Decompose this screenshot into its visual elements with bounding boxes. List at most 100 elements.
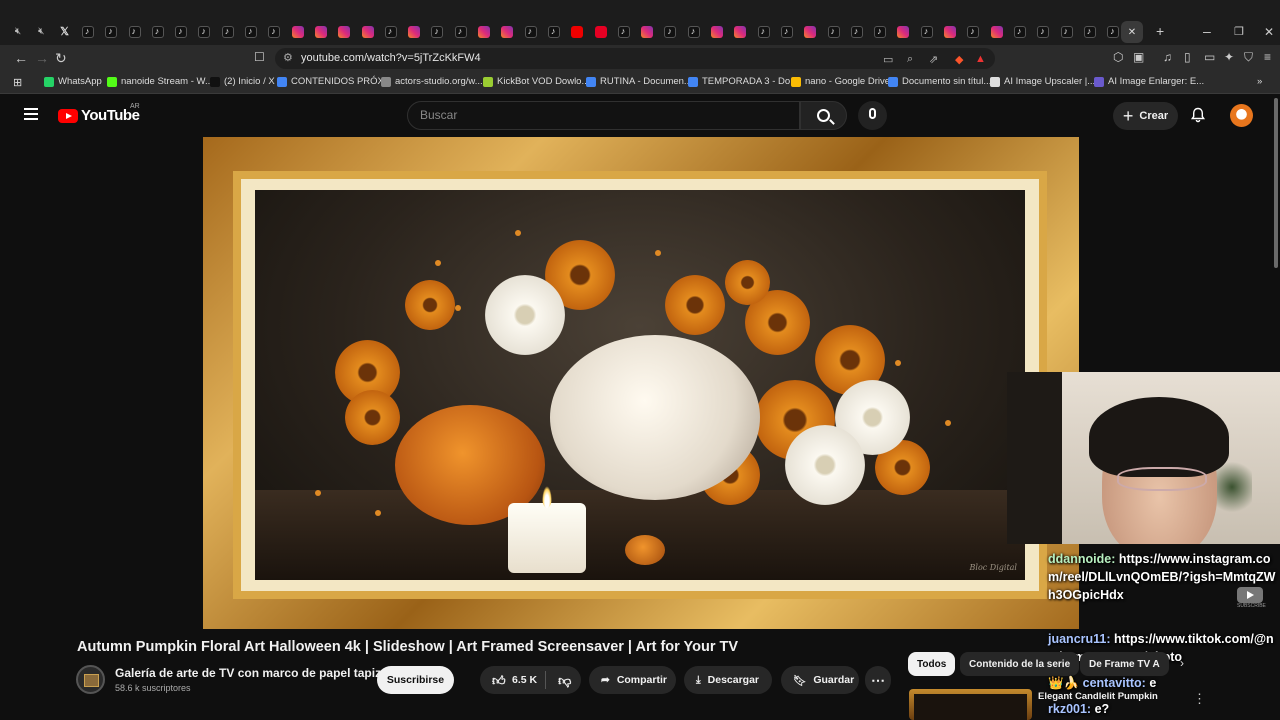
reload-icon[interactable]: ↻ (55, 50, 67, 67)
browser-tab[interactable] (779, 24, 795, 40)
recommended-video-thumbnail[interactable] (909, 689, 1032, 720)
browser-tab[interactable] (1082, 24, 1098, 40)
browser-tab[interactable] (406, 24, 422, 40)
bookmark-item[interactable]: Documento sin títul... (888, 76, 991, 87)
browser-tab[interactable] (662, 24, 678, 40)
download-button[interactable]: ⤓ Descargar (684, 666, 772, 694)
more-actions-button[interactable]: ⋯ (865, 666, 891, 694)
ai-icon[interactable]: ✦ (1224, 50, 1234, 64)
browser-tab[interactable]: 🔇︎ (33, 24, 49, 40)
browser-tab[interactable] (942, 24, 958, 40)
browser-tab[interactable] (499, 24, 515, 40)
bookmark-item[interactable]: RUTINA - Documen... (586, 76, 692, 87)
bookmark-item[interactable]: CONTENIDOS PRÓX... (277, 76, 392, 87)
browser-tab[interactable] (173, 24, 189, 40)
browser-tab[interactable] (453, 24, 469, 40)
bookmark-item[interactable]: TEMPORADA 3 - Do... (688, 76, 798, 87)
browser-tab[interactable] (546, 24, 562, 40)
browser-tab[interactable] (429, 24, 445, 40)
window-close-button[interactable]: ✕ (1264, 25, 1274, 39)
browser-tab[interactable] (523, 24, 539, 40)
browser-tab[interactable] (103, 24, 119, 40)
like-button[interactable]: 👍︎ 6.5 K 👎︎ (480, 666, 581, 694)
apps-grid-icon[interactable]: ⊞ (13, 76, 22, 89)
minimize-button[interactable]: – (1203, 23, 1211, 39)
music-icon[interactable]: ♫ (1163, 50, 1172, 64)
browser-tab[interactable] (1012, 24, 1028, 40)
browser-menu-icon[interactable]: ≡ (1264, 50, 1271, 64)
browser-tab[interactable] (476, 24, 492, 40)
browser-tab[interactable] (1059, 24, 1075, 40)
thumbs-down-icon[interactable]: 👎︎ (558, 674, 571, 687)
close-tab-icon[interactable]: ✕ (1128, 27, 1136, 38)
share-button[interactable]: ➦ Compartir (589, 666, 676, 694)
cast-icon[interactable]: ▭ (883, 53, 893, 66)
browser-tab[interactable] (266, 24, 282, 40)
user-avatar[interactable] (1230, 104, 1253, 127)
browser-tab[interactable] (336, 24, 352, 40)
browser-tab[interactable]: 🔇︎ (10, 24, 26, 40)
url-bar[interactable]: ⚙ youtube.com/watch?v=5jTrZcKkFW4 ▭ ⌕ ⇗ … (275, 48, 995, 69)
share-page-icon[interactable]: ⇗ (929, 53, 938, 66)
browser-tab[interactable] (616, 24, 632, 40)
bookmark-item[interactable]: AI Image Upscaler |... (990, 76, 1095, 87)
youtube-logo[interactable]: YouTube AR (58, 103, 140, 124)
notifications-bell-icon[interactable] (1190, 107, 1206, 123)
browser-tab[interactable] (686, 24, 702, 40)
browser-tab[interactable] (989, 24, 1005, 40)
bookmark-item[interactable]: nano - Google Drive (791, 76, 890, 87)
forward-icon[interactable]: → (35, 50, 49, 66)
screenshot-icon[interactable]: ▣ (1133, 50, 1144, 64)
maximize-button[interactable]: ❐ (1234, 25, 1244, 38)
browser-tab[interactable] (639, 24, 655, 40)
create-button[interactable]: + Crear (1113, 102, 1178, 130)
browser-tab[interactable] (383, 24, 399, 40)
brave-shield-icon[interactable]: ◆ (955, 53, 963, 66)
back-icon[interactable]: ← (14, 50, 28, 66)
sidebar-icon[interactable]: ▯ (1184, 50, 1191, 64)
bookmark-icon[interactable]: ☐ (254, 50, 265, 64)
browser-tab[interactable] (895, 24, 911, 40)
subscribe-button[interactable]: Suscribirse (377, 666, 454, 694)
browser-tab[interactable] (756, 24, 772, 40)
chip-frame-tv[interactable]: De Frame TV A (1080, 652, 1169, 676)
save-button[interactable]: 🔖︎ Guardar (781, 666, 859, 694)
browser-tab[interactable] (196, 24, 212, 40)
browser-tab[interactable] (849, 24, 865, 40)
chip-all[interactable]: Todos (908, 652, 956, 676)
bookmark-item[interactable]: nanoide Stream - W... (107, 76, 213, 87)
zoom-icon[interactable]: ⌕ (907, 53, 913, 66)
browser-tab[interactable] (569, 24, 585, 40)
vpn-icon[interactable]: ⛉ (1244, 50, 1253, 65)
browser-tab[interactable] (709, 24, 725, 40)
browser-tab[interactable] (593, 24, 609, 40)
hamburger-menu-icon[interactable] (24, 108, 38, 120)
site-info-icon[interactable]: ⚙ (283, 51, 293, 64)
browser-tab[interactable] (826, 24, 842, 40)
browser-tab[interactable] (872, 24, 888, 40)
browser-tab[interactable] (290, 24, 306, 40)
voice-search-button[interactable] (858, 101, 887, 130)
browser-tab[interactable] (1105, 24, 1121, 40)
brave-rewards-icon[interactable]: ▲ (975, 53, 986, 65)
search-button[interactable] (800, 101, 847, 130)
browser-tab[interactable] (360, 24, 376, 40)
bookmark-item[interactable]: WhatsApp (44, 76, 102, 87)
page-scrollbar[interactable] (1274, 98, 1278, 268)
browser-tab[interactable] (313, 24, 329, 40)
browser-tab[interactable] (965, 24, 981, 40)
browser-tab[interactable] (732, 24, 748, 40)
more-bookmarks-icon[interactable]: » (1257, 76, 1262, 87)
active-browser-tab[interactable]: ✕ (1121, 21, 1143, 43)
video-player[interactable]: Bloc Digital (203, 137, 1079, 629)
browser-tab[interactable] (919, 24, 935, 40)
browser-tab[interactable] (243, 24, 259, 40)
browser-tab[interactable] (1035, 24, 1051, 40)
bookmark-item[interactable]: (2) Inicio / X (210, 76, 275, 87)
search-input[interactable] (420, 108, 780, 122)
browser-tab[interactable] (80, 24, 96, 40)
bookmark-item[interactable]: actors-studio.org/w... (381, 76, 483, 87)
bookmark-item[interactable]: KickBot VOD Dowlo... (483, 76, 589, 87)
wallet-icon[interactable]: ▭ (1204, 50, 1215, 64)
browser-tab[interactable] (150, 24, 166, 40)
